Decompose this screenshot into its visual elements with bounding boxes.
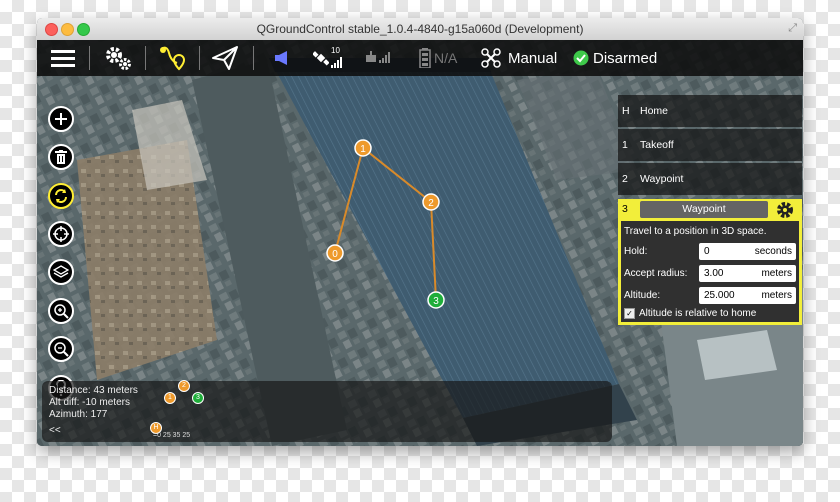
gears-icon[interactable] [103, 40, 133, 76]
mini-marker-1: 1 [164, 392, 176, 404]
mini-marker-2: 2 [178, 380, 190, 392]
waypoint-marker-0[interactable]: 0 [326, 244, 344, 262]
waypoint-marker-1[interactable]: 1 [354, 139, 372, 157]
add-waypoint-icon [55, 113, 67, 125]
accept-radius-label: Accept radius: [624, 268, 688, 279]
mission-item-editor: 3 Waypoint Travel to a position in 3D sp… [618, 199, 802, 325]
quadcopter-icon [481, 48, 501, 68]
collapse-panel-button[interactable]: << [49, 425, 61, 436]
map-view[interactable]: 0 1 2 3 10 N/A Manual Disarmed H Home 1 … [37, 40, 803, 446]
toolbar-divider [145, 46, 146, 70]
gps-status[interactable]: 10 [313, 40, 345, 76]
arm-status-label: Disarmed [593, 49, 658, 67]
alt-diff-text: Alt diff: -10 meters [49, 397, 130, 408]
accept-radius-unit: meters [761, 268, 792, 279]
trash-icon [55, 150, 67, 164]
window-title: QGroundControl stable_1.0.4-4840-g15a060… [256, 22, 584, 36]
map-layers-icon [53, 265, 69, 278]
mission-item-label: Home [640, 105, 669, 117]
zoom-in-button[interactable] [48, 298, 74, 324]
title-bar: QGroundControl stable_1.0.4-4840-g15a060… [37, 18, 803, 41]
zoom-out-icon [54, 342, 69, 357]
mission-item-takeoff[interactable]: 1 Takeoff [618, 129, 802, 161]
hold-row: Hold: 0 seconds [624, 243, 796, 261]
mission-item-home[interactable]: H Home [618, 95, 802, 127]
azimuth-text: Azimuth: 177 [49, 409, 108, 420]
mission-item-seq: H [622, 105, 630, 117]
flight-mode-selector[interactable]: Manual [481, 40, 557, 76]
toolbar-divider [89, 46, 90, 70]
altitude-field[interactable]: 25.000 meters [699, 287, 796, 304]
check-circle-icon [573, 50, 589, 66]
command-selector-button[interactable]: Waypoint [640, 201, 768, 218]
add-waypoint-button[interactable] [48, 106, 74, 132]
altitude-profile-labels: =0 25 35 25 [153, 432, 191, 439]
zoom-in-icon [54, 304, 69, 319]
distance-text: Distance: 43 meters [49, 385, 138, 396]
toolbar-divider [253, 46, 254, 70]
flight-mode-label: Manual [508, 49, 558, 67]
mission-info-panel: Distance: 43 meters Alt diff: -10 meters… [42, 380, 612, 442]
gear-icon[interactable] [774, 199, 796, 221]
altitude-value: 25.000 [704, 290, 735, 301]
main-toolbar: 10 N/A Manual Disarmed [37, 40, 803, 76]
editor-seq: 3 [622, 203, 628, 215]
app-window: QGroundControl stable_1.0.4-4840-g15a060… [37, 18, 803, 446]
svg-text:2: 2 [428, 198, 434, 209]
mission-item-seq: 1 [622, 139, 628, 151]
editor-body: Travel to a position in 3D space. Hold: … [621, 221, 799, 322]
sync-icon [55, 189, 67, 203]
plan-route-icon[interactable] [157, 40, 187, 76]
gps-count: 10 [331, 46, 340, 55]
accept-radius-field[interactable]: 3.00 meters [699, 265, 796, 282]
delete-mission-button[interactable] [48, 144, 74, 170]
fullscreen-icon[interactable]: ⤢ [788, 22, 797, 35]
checkbox-check-icon: ✓ [624, 308, 635, 319]
accept-radius-row: Accept radius: 3.00 meters [624, 265, 796, 283]
altitude-unit: meters [761, 290, 792, 301]
rc-signal-icon [366, 51, 390, 63]
editor-header: 3 Waypoint [618, 199, 802, 219]
waypoint-marker-2[interactable]: 2 [422, 193, 440, 211]
command-description: Travel to a position in 3D space. [624, 226, 767, 237]
map-type-button[interactable] [48, 259, 74, 285]
mini-marker-3: 3 [192, 392, 204, 404]
toolbar-divider [199, 46, 200, 70]
altitude-row: Altitude: 25.000 meters [624, 287, 796, 305]
altitude-label: Altitude: [624, 290, 661, 301]
battery-icon [419, 48, 431, 68]
hamburger-menu-icon[interactable] [51, 40, 75, 76]
battery-text: N/A [434, 50, 458, 66]
satellite-icon [313, 51, 329, 66]
rc-rssi-status[interactable] [365, 40, 395, 76]
hold-label: Hold: [624, 246, 648, 257]
hold-field[interactable]: 0 seconds [699, 243, 796, 260]
mission-item-waypoint[interactable]: 2 Waypoint [618, 163, 802, 195]
mission-item-label: Waypoint [640, 173, 684, 185]
center-crosshair-icon [53, 226, 69, 242]
arm-status-button[interactable]: Disarmed [573, 40, 657, 76]
megaphone-icon[interactable] [273, 40, 291, 76]
sync-button[interactable] [48, 183, 74, 209]
mission-item-seq: 2 [622, 173, 628, 185]
waypoint-marker-3[interactable]: 3 [427, 291, 445, 309]
relative-altitude-checkbox[interactable]: ✓ Altitude is relative to home [624, 308, 756, 319]
signal-bars-icon [331, 57, 342, 68]
paper-plane-icon[interactable] [211, 40, 239, 76]
relative-altitude-label: Altitude is relative to home [639, 308, 757, 319]
hold-unit: seconds [754, 246, 792, 257]
svg-text:0: 0 [332, 249, 338, 260]
hold-value: 0 [704, 246, 710, 257]
mission-item-label: Takeoff [640, 139, 674, 151]
accept-radius-value: 3.00 [704, 268, 724, 279]
svg-text:1: 1 [360, 144, 366, 155]
center-map-button[interactable] [48, 221, 74, 247]
battery-status[interactable]: N/A [419, 40, 457, 76]
svg-text:3: 3 [433, 296, 439, 307]
zoom-out-button[interactable] [48, 336, 74, 362]
